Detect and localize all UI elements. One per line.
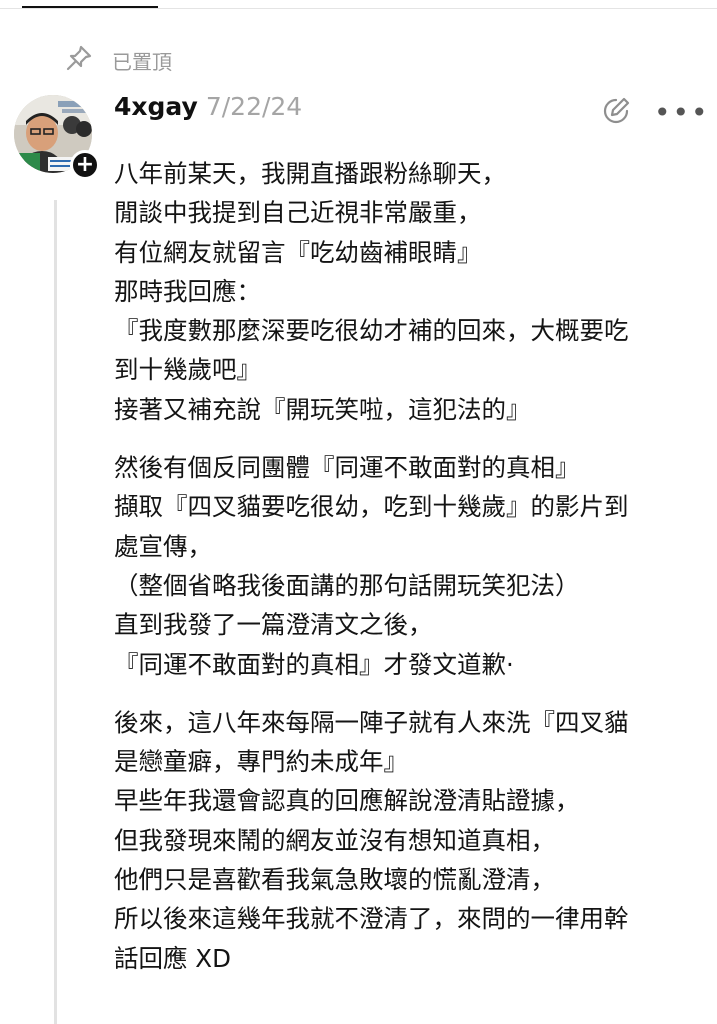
edit-icon[interactable] xyxy=(600,95,632,131)
follow-plus-icon[interactable]: + xyxy=(70,150,100,180)
text-line: 八年前某天，我開直播跟粉絲聊天， xyxy=(114,159,506,188)
active-tab-indicator xyxy=(22,6,158,8)
text-line: 到十幾歲吧』 xyxy=(114,355,261,385)
text-line: 『同運不敢面對的真相』才發文道歉· xyxy=(114,649,514,679)
post-actions: ••• xyxy=(600,95,710,131)
thread-connector-line xyxy=(54,200,57,1024)
text-line: 那時我回應： xyxy=(114,276,261,306)
text-line: 處宣傳， xyxy=(114,531,212,561)
paragraph-2: 然後有個反同團體『同運不敢面對的真相』 擷取『四叉貓要吃很幼，吃到十幾歲』的影片… xyxy=(114,448,704,684)
pinned-indicator: 已置頂 xyxy=(64,44,172,76)
post-header: 4xgay 7/22/24 xyxy=(114,92,302,130)
text-line: 閒談中我提到自己近視非常嚴重， xyxy=(114,198,482,228)
text-line: 直到我發了一篇澄清文之後， xyxy=(114,610,433,640)
pin-icon xyxy=(64,43,94,77)
text-line: 接著又補充說『開玩笑啦，這犯法的』 xyxy=(114,394,531,424)
text-line: 是戀童癖，專門約未成年』 xyxy=(114,747,408,777)
pinned-label: 已置頂 xyxy=(112,49,172,74)
text-line: 擷取『四叉貓要吃很幼，吃到十幾歲』的影片到 xyxy=(114,492,629,522)
username[interactable]: 4xgay xyxy=(114,92,198,121)
text-line: （整個省略我後面講的那句話開玩笑犯法） xyxy=(114,570,580,600)
text-line: 然後有個反同團體『同運不敢面對的真相』 xyxy=(114,453,580,483)
paragraph-3: 後來，這八年來每隔一陣子就有人來洗『四叉貓 是戀童癖，專門約未成年』 早些年我還… xyxy=(114,703,704,978)
text-line: 『我度數那麼深要吃很幼才補的回來，大概要吃 xyxy=(114,316,629,346)
text-line: 有位網友就留言『吃幼齒補眼睛』 xyxy=(114,237,482,267)
text-line: 早些年我還會認真的回應解說澄清貼證據， xyxy=(114,786,580,816)
text-line: 他們只是喜歡看我氣急敗壞的慌亂澄清， xyxy=(114,865,555,895)
more-icon[interactable]: ••• xyxy=(654,98,710,128)
text-line: 後來，這八年來每隔一陣子就有人來洗『四叉貓 xyxy=(114,707,629,737)
text-line: 但我發現來鬧的網友並沒有想知道真相， xyxy=(114,825,555,855)
text-line: 話回應 XD xyxy=(114,943,231,973)
text-line: 所以後來這幾年我就不澄清了，來問的一律用幹 xyxy=(114,904,629,934)
paragraph-1: 八年前某天，我開直播跟粉絲聊天， 閒談中我提到自己近視非常嚴重， 有位網友就留言… xyxy=(114,154,704,429)
post-body: 八年前某天，我開直播跟粉絲聊天， 閒談中我提到自己近視非常嚴重， 有位網友就留言… xyxy=(114,154,704,978)
post-date: 7/22/24 xyxy=(205,92,303,121)
